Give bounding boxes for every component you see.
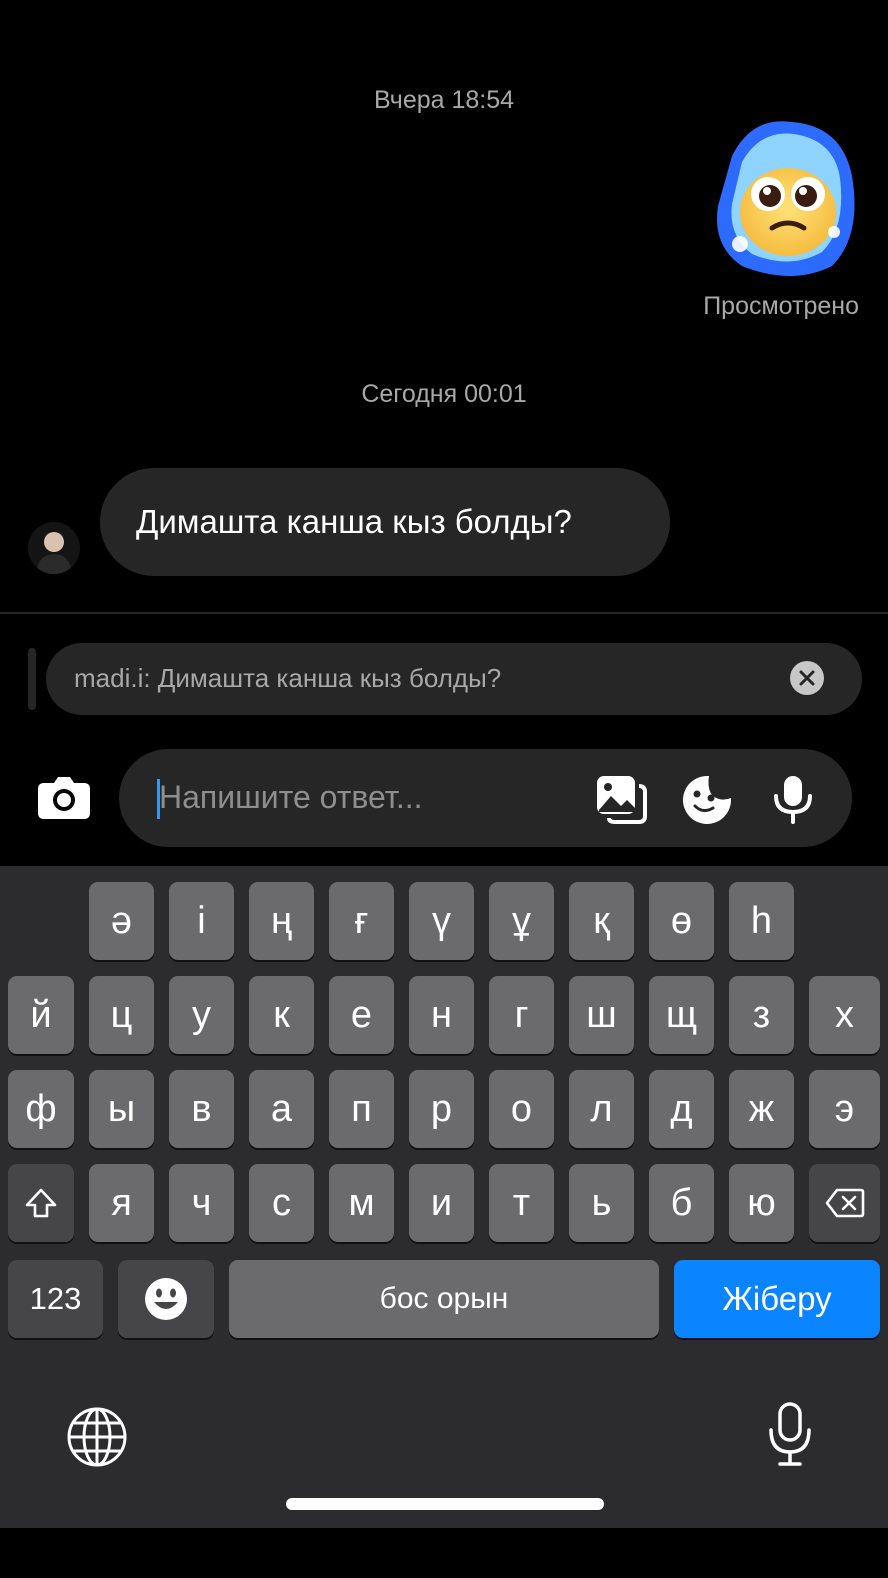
key-4-3[interactable]: с [249, 1164, 314, 1242]
key-3-4[interactable]: а [249, 1070, 314, 1148]
key-2-10[interactable]: з [729, 976, 794, 1054]
key-2-7[interactable]: г [489, 976, 554, 1054]
close-icon [799, 670, 815, 686]
emoji-key[interactable] [118, 1260, 214, 1338]
camera-icon [38, 777, 90, 819]
key-4-9[interactable]: ю [729, 1164, 794, 1242]
key-2-9[interactable]: щ [649, 976, 714, 1054]
key-2-8[interactable]: ш [569, 976, 634, 1054]
camera-button[interactable] [38, 775, 90, 819]
seen-status: Просмотрено [703, 292, 859, 320]
key-3-3[interactable]: в [169, 1070, 234, 1148]
key-1-2[interactable]: і [169, 882, 234, 960]
input-placeholder: Напишите ответ... [159, 779, 423, 815]
close-reply-button[interactable] [790, 661, 824, 695]
send-key[interactable]: Жіберу [674, 1260, 880, 1338]
key-1-5[interactable]: ү [409, 882, 474, 960]
microphone-icon [774, 776, 812, 824]
gallery-button[interactable] [595, 774, 647, 824]
reply-preview: madi.i: Димашта канша кыз болды? [46, 643, 862, 715]
space-key[interactable]: бос орын [229, 1260, 659, 1338]
timestamp-yesterday: Вчера 18:54 [373, 86, 515, 114]
gallery-icon [597, 776, 647, 824]
key-4-5[interactable]: и [409, 1164, 474, 1242]
home-indicator[interactable] [286, 1498, 604, 1510]
reply-preview-text: madi.i: Димашта канша кыз болды? [74, 663, 502, 693]
key-2-11[interactable]: х [809, 976, 880, 1054]
bottom-strip [0, 1528, 888, 1578]
shift-key[interactable] [8, 1164, 74, 1242]
key-1-1[interactable]: ә [89, 882, 154, 960]
globe-icon[interactable] [66, 1406, 128, 1468]
keyboard: ә і ң ғ ү ұ қ ө һ й ц у к е н г ш щ з х … [0, 866, 888, 1528]
backspace-icon [825, 1188, 864, 1218]
sticker-button[interactable] [681, 774, 733, 824]
key-3-1[interactable]: ф [8, 1070, 74, 1148]
key-3-5[interactable]: п [329, 1070, 394, 1148]
key-1-4[interactable]: ғ [329, 882, 394, 960]
emoji-icon [145, 1278, 187, 1320]
key-3-9[interactable]: д [649, 1070, 714, 1148]
voice-message-button[interactable] [767, 774, 819, 824]
numbers-key[interactable]: 123 [8, 1260, 103, 1338]
key-2-6[interactable]: н [409, 976, 474, 1054]
key-4-8[interactable]: б [649, 1164, 714, 1242]
key-1-3[interactable]: ң [249, 882, 314, 960]
message-text: Димашта канша кыз болды? [136, 503, 572, 540]
shift-icon [25, 1188, 57, 1218]
key-2-4[interactable]: к [249, 976, 314, 1054]
key-1-9[interactable]: һ [729, 882, 794, 960]
divider [0, 612, 888, 614]
key-4-4[interactable]: м [329, 1164, 394, 1242]
key-3-2[interactable]: ы [89, 1070, 154, 1148]
key-4-7[interactable]: ь [569, 1164, 634, 1242]
key-1-8[interactable]: ө [649, 882, 714, 960]
key-2-2[interactable]: ц [89, 976, 154, 1054]
key-2-5[interactable]: е [329, 976, 394, 1054]
dictation-mic-icon[interactable] [768, 1402, 812, 1468]
key-2-3[interactable]: у [169, 976, 234, 1054]
key-4-2[interactable]: ч [169, 1164, 234, 1242]
key-4-1[interactable]: я [89, 1164, 154, 1242]
reply-indicator [28, 648, 36, 710]
sticker-message[interactable] [712, 116, 860, 282]
key-3-11[interactable]: э [809, 1070, 880, 1148]
avatar[interactable] [28, 522, 80, 574]
key-4-6[interactable]: т [489, 1164, 554, 1242]
key-2-1[interactable]: й [8, 976, 74, 1054]
timestamp-today: Сегодня 00:01 [361, 380, 527, 408]
key-3-10[interactable]: ж [729, 1070, 794, 1148]
key-3-6[interactable]: р [409, 1070, 474, 1148]
message-input[interactable]: Напишите ответ... [119, 749, 852, 847]
key-1-6[interactable]: ұ [489, 882, 554, 960]
key-3-7[interactable]: о [489, 1070, 554, 1148]
backspace-key[interactable] [809, 1164, 880, 1242]
sticker-icon [683, 776, 731, 824]
key-3-8[interactable]: л [569, 1070, 634, 1148]
key-1-7[interactable]: қ [569, 882, 634, 960]
incoming-message-bubble[interactable]: Димашта канша кыз болды? [100, 468, 670, 576]
